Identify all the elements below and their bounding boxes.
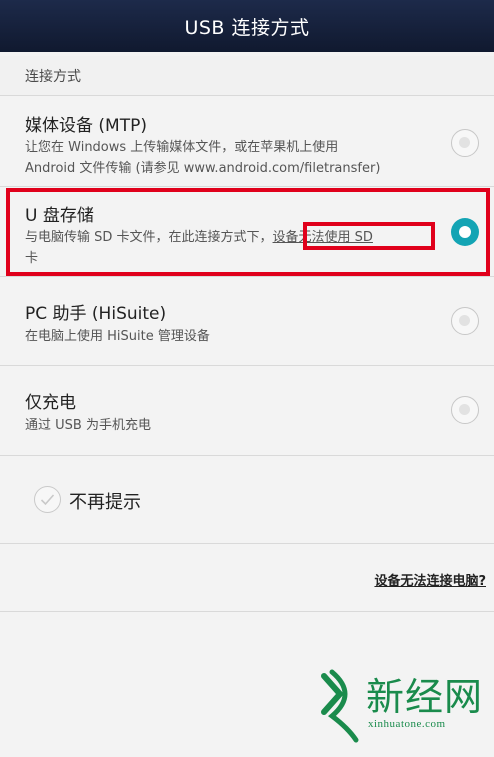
option-description: 通过 USB 为手机充电 (25, 418, 151, 433)
watermark-domain: xinhuatone.com (368, 718, 446, 730)
watermark-logo-icon (321, 669, 359, 743)
check-icon (40, 494, 55, 506)
option-desc-text: 与电脑传输 SD 卡文件，在此连接方式下， (25, 230, 273, 245)
option-mtp[interactable]: 媒体设备 (MTP) 让您在 Windows 上传输媒体文件，或在苹果机上使用 … (0, 97, 494, 187)
no-prompt-checkbox[interactable] (34, 486, 61, 513)
option-title: 仅充电 (25, 393, 76, 413)
option-hisuite[interactable]: PC 助手 (HiSuite) 在电脑上使用 HiSuite 管理设备 (0, 277, 494, 366)
title-bar: USB 连接方式 (0, 0, 494, 52)
option-title: U 盘存储 (25, 206, 94, 226)
section-label: 连接方式 (25, 68, 81, 85)
option-desc-line: 与电脑传输 SD 卡文件，在此连接方式下，设备无法使用 SD (25, 227, 445, 248)
option-description: 在电脑上使用 HiSuite 管理设备 (25, 329, 210, 344)
page-title: USB 连接方式 (184, 16, 310, 39)
option-title: PC 助手 (HiSuite) (25, 304, 167, 324)
option-description: 与电脑传输 SD 卡文件，在此连接方式下，设备无法使用 SD 卡 (25, 227, 445, 269)
radio-mtp[interactable] (451, 129, 479, 157)
watermark: 新经网 xinhuatone.com (318, 660, 494, 757)
help-row: 设备无法连接电脑? (0, 544, 494, 612)
radio-hisuite[interactable] (451, 307, 479, 335)
option-desc-line: 让您在 Windows 上传输媒体文件，或在苹果机上使用 (25, 140, 339, 155)
option-charge-only[interactable]: 仅充电 通过 USB 为手机充电 (0, 366, 494, 456)
option-description: 让您在 Windows 上传输媒体文件，或在苹果机上使用 Android 文件传… (25, 137, 445, 179)
option-desc-highlight: 设备无法使用 SD (272, 230, 373, 245)
cannot-connect-link[interactable]: 设备无法连接电脑? (374, 570, 486, 589)
no-prompt-row[interactable]: 不再提示 (0, 456, 494, 544)
option-desc-line: Android 文件传输 (请参见 www.android.com/filetr… (25, 161, 381, 176)
option-usb-storage[interactable]: U 盘存储 与电脑传输 SD 卡文件，在此连接方式下，设备无法使用 SD 卡 (0, 187, 494, 277)
option-desc-line: 卡 (25, 251, 39, 266)
no-prompt-label: 不再提示 (69, 492, 141, 513)
section-header: 连接方式 (0, 56, 494, 96)
watermark-text: 新经网 (366, 675, 484, 719)
radio-usb-storage[interactable] (451, 218, 479, 246)
radio-charge-only[interactable] (451, 396, 479, 424)
option-title: 媒体设备 (MTP) (25, 116, 147, 136)
